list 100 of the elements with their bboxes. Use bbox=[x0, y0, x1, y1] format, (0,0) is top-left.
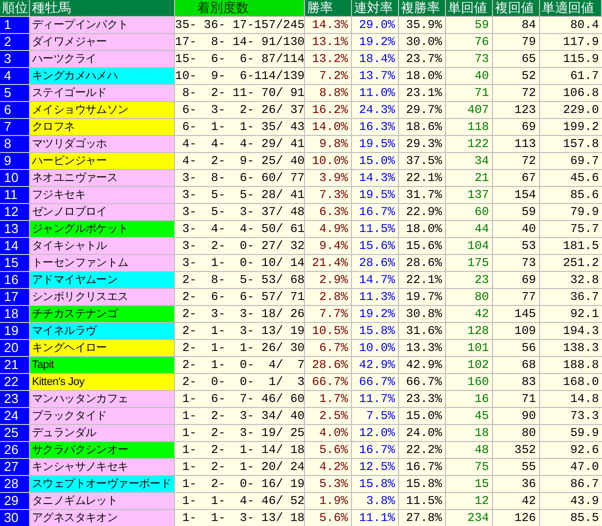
rank-cell: 21 bbox=[0, 357, 30, 373]
table-cell: 22.1% bbox=[399, 170, 446, 186]
table-cell: 14.3% bbox=[352, 170, 399, 186]
table-cell: 7.3% bbox=[305, 187, 352, 203]
record-cell: 1- 1- 4- 46/ 52 bbox=[175, 493, 305, 509]
record-cell: 2- 1- 1- 26/ 30 bbox=[175, 340, 305, 356]
sire-name-cell: マンハッタンカフェ bbox=[30, 391, 175, 407]
table-cell: 16.7% bbox=[399, 459, 446, 475]
table-cell: 19.2% bbox=[352, 306, 399, 322]
table-cell: 15.8% bbox=[399, 476, 446, 492]
table-cell: 85.6 bbox=[540, 187, 602, 203]
table-cell: 14.7% bbox=[352, 272, 399, 288]
table-cell: 59 bbox=[446, 17, 493, 33]
table-cell: 86.7 bbox=[540, 476, 602, 492]
record-cell: 4- 4- 4- 29/ 41 bbox=[175, 136, 305, 152]
table-cell: 48 bbox=[446, 442, 493, 458]
table-cell: 42 bbox=[446, 306, 493, 322]
table-cell: 35.9% bbox=[399, 17, 446, 33]
table-cell: 19.5% bbox=[352, 187, 399, 203]
sire-name-cell: スウェプトオーヴァーボード bbox=[30, 476, 175, 492]
table-cell: 2.9% bbox=[305, 272, 352, 288]
column-header: 勝率 bbox=[305, 0, 352, 16]
table-cell: 7.7% bbox=[305, 306, 352, 322]
table-cell: 59 bbox=[493, 204, 540, 220]
table-cell: 175 bbox=[446, 255, 493, 271]
column-header: 連対率 bbox=[352, 0, 399, 16]
record-cell: 3- 1- 0- 10/ 14 bbox=[175, 255, 305, 271]
rank-cell: 26 bbox=[0, 442, 30, 458]
table-cell: 36 bbox=[493, 476, 540, 492]
table-cell: 84 bbox=[493, 17, 540, 33]
table-cell: 11.3% bbox=[352, 289, 399, 305]
table-cell: 106.8 bbox=[540, 85, 602, 101]
sire-name-cell: マツリダゴッホ bbox=[30, 136, 175, 152]
table-cell: 44 bbox=[446, 221, 493, 237]
table-cell: 8.8% bbox=[305, 85, 352, 101]
table-cell: 4.0% bbox=[305, 425, 352, 441]
sire-name-cell: タニノギムレット bbox=[30, 493, 175, 509]
table-cell: 12.0% bbox=[352, 425, 399, 441]
table-cell: 13.7% bbox=[352, 68, 399, 84]
rank-cell: 20 bbox=[0, 340, 30, 356]
record-cell: 1- 2- 1- 14/ 18 bbox=[175, 442, 305, 458]
table-cell: 145 bbox=[493, 306, 540, 322]
sire-name-cell: チチカステナンゴ bbox=[30, 306, 175, 322]
record-cell: 17- 8- 14- 91/130 bbox=[175, 34, 305, 50]
table-cell: 21 bbox=[446, 170, 493, 186]
table-cell: 59.9 bbox=[540, 425, 602, 441]
record-cell: 3- 2- 0- 27/ 32 bbox=[175, 238, 305, 254]
table-cell: 10.5% bbox=[305, 323, 352, 339]
sire-name-cell: ブラックタイド bbox=[30, 408, 175, 424]
record-cell: 1- 2- 3- 34/ 40 bbox=[175, 408, 305, 424]
table-cell: 75 bbox=[446, 459, 493, 475]
record-cell: 6- 3- 2- 26/ 37 bbox=[175, 102, 305, 118]
table-cell: 16 bbox=[446, 391, 493, 407]
table-cell: 42 bbox=[493, 493, 540, 509]
table-cell: 68 bbox=[493, 357, 540, 373]
column-header: 種牡馬 bbox=[30, 0, 175, 16]
table-cell: 2.5% bbox=[305, 408, 352, 424]
table-cell: 117.9 bbox=[540, 34, 602, 50]
table-cell: 160 bbox=[446, 374, 493, 390]
sire-name-cell: デュランダル bbox=[30, 425, 175, 441]
table-cell: 80 bbox=[446, 289, 493, 305]
table-cell: 65 bbox=[493, 51, 540, 67]
table-cell: 61.7 bbox=[540, 68, 602, 84]
table-cell: 168.0 bbox=[540, 374, 602, 390]
table-cell: 6.7% bbox=[305, 340, 352, 356]
rank-cell: 8 bbox=[0, 136, 30, 152]
table-cell: 14.3% bbox=[305, 17, 352, 33]
table-cell: 66.7% bbox=[305, 374, 352, 390]
sire-name-cell: Tapit bbox=[30, 357, 175, 373]
rank-cell: 13 bbox=[0, 221, 30, 237]
rank-cell: 22 bbox=[0, 374, 30, 390]
table-cell: 23.1% bbox=[399, 85, 446, 101]
table-cell: 30.0% bbox=[399, 34, 446, 50]
table-cell: 123 bbox=[493, 102, 540, 118]
rank-cell: 28 bbox=[0, 476, 30, 492]
table-cell: 32.8 bbox=[540, 272, 602, 288]
record-cell: 8- 2- 11- 70/ 91 bbox=[175, 85, 305, 101]
column-header: 着別度数 bbox=[175, 0, 305, 16]
table-cell: 80.4 bbox=[540, 17, 602, 33]
table-cell: 76 bbox=[446, 34, 493, 50]
table-cell: 23.7% bbox=[399, 51, 446, 67]
table-cell: 199.2 bbox=[540, 119, 602, 135]
record-cell: 15- 6- 6- 87/114 bbox=[175, 51, 305, 67]
table-cell: 42.9% bbox=[352, 357, 399, 373]
sire-name-cell: アドマイヤムーン bbox=[30, 272, 175, 288]
table-cell: 19.5% bbox=[352, 136, 399, 152]
rank-cell: 24 bbox=[0, 408, 30, 424]
table-cell: 19.2% bbox=[352, 34, 399, 50]
sire-name-cell: マイネルラヴ bbox=[30, 323, 175, 339]
table-cell: 3.8% bbox=[352, 493, 399, 509]
table-cell: 104 bbox=[446, 238, 493, 254]
table-cell: 23 bbox=[446, 272, 493, 288]
rank-cell: 11 bbox=[0, 187, 30, 203]
table-cell: 69 bbox=[493, 119, 540, 135]
table-cell: 80 bbox=[493, 425, 540, 441]
table-cell: 72 bbox=[493, 153, 540, 169]
table-cell: 66.7% bbox=[399, 374, 446, 390]
table-cell: 194.3 bbox=[540, 323, 602, 339]
table-cell: 16.3% bbox=[352, 119, 399, 135]
table-cell: 60 bbox=[446, 204, 493, 220]
